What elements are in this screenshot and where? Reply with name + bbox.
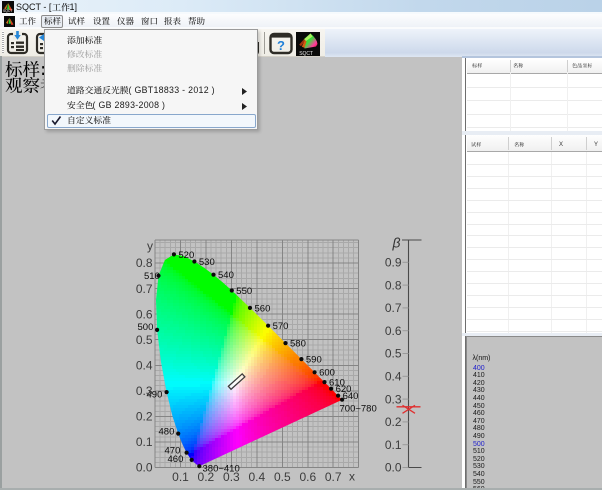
- svg-text:0.1: 0.1: [385, 438, 402, 452]
- svg-text:0.1: 0.1: [172, 470, 189, 484]
- svg-text:550: 550: [236, 286, 252, 297]
- svg-text:0.7: 0.7: [136, 282, 153, 296]
- svg-text:590: 590: [306, 355, 322, 366]
- svg-text:0.7: 0.7: [325, 470, 342, 484]
- svg-text:0.5: 0.5: [274, 470, 291, 484]
- svg-text:0.3: 0.3: [223, 470, 240, 484]
- svg-text:0.5: 0.5: [136, 333, 153, 347]
- svg-text:530: 530: [199, 257, 215, 268]
- svg-text:0.8: 0.8: [136, 256, 153, 270]
- svg-text:520: 520: [178, 250, 194, 261]
- svg-text:0.3: 0.3: [385, 392, 402, 406]
- svg-text:480: 480: [159, 427, 175, 438]
- svg-text:β: β: [392, 235, 401, 251]
- svg-text:0.6: 0.6: [385, 324, 402, 338]
- svg-text:x: x: [349, 470, 355, 484]
- svg-text:0.2: 0.2: [198, 470, 215, 484]
- svg-text:?: ?: [277, 38, 285, 53]
- svg-text:SQCT: SQCT: [3, 9, 12, 13]
- svg-text:0.3: 0.3: [136, 384, 153, 398]
- svg-text:0.8: 0.8: [385, 278, 402, 292]
- svg-text:510: 510: [144, 271, 160, 282]
- svg-text:0.4: 0.4: [248, 470, 265, 484]
- svg-text:580: 580: [290, 339, 306, 350]
- svg-text:560: 560: [255, 303, 271, 314]
- svg-text:0.4: 0.4: [136, 359, 153, 373]
- svg-text:700~780: 700~780: [340, 404, 377, 415]
- svg-text:0.5: 0.5: [385, 347, 402, 361]
- svg-text:540: 540: [218, 270, 234, 281]
- svg-text:0.9: 0.9: [385, 256, 402, 270]
- svg-text:y: y: [147, 239, 153, 253]
- svg-text:0.6: 0.6: [136, 307, 153, 321]
- svg-text:SQCT: SQCT: [299, 51, 313, 56]
- svg-text:0.6: 0.6: [299, 470, 316, 484]
- svg-text:640: 640: [343, 391, 359, 402]
- svg-text:0.2: 0.2: [136, 410, 153, 424]
- svg-text:570: 570: [273, 321, 289, 332]
- svg-text:0.2: 0.2: [385, 415, 402, 429]
- svg-text:0.7: 0.7: [385, 301, 402, 315]
- svg-text:470: 470: [165, 446, 181, 457]
- svg-text:0.4: 0.4: [385, 370, 402, 384]
- svg-text:0.0: 0.0: [385, 461, 402, 475]
- svg-text:0.0: 0.0: [136, 461, 153, 475]
- svg-text:0.1: 0.1: [136, 435, 153, 449]
- svg-text:500: 500: [138, 322, 154, 333]
